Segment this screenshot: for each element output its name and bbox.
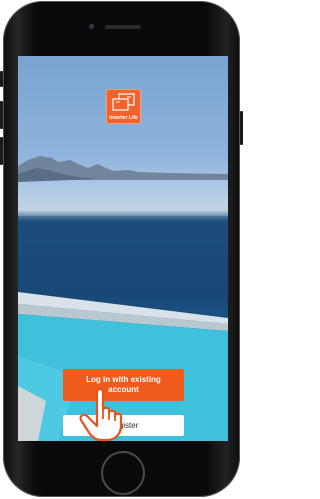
app-screen: Inverter Life Log in with existing accou… [18,56,228,441]
power-button [240,111,243,145]
volume-down-button [0,137,3,165]
front-camera [89,24,94,29]
app-name: Inverter Life [109,115,138,121]
earpiece-speaker [105,25,141,29]
phone-frame: Inverter Life Log in with existing accou… [0,1,243,497]
volume-up-button [0,101,3,129]
inverter-life-logo-icon [112,93,135,111]
home-button[interactable] [101,451,145,495]
pointing-hand-icon [79,387,123,442]
app-logo: Inverter Life [106,89,141,124]
mute-switch [0,71,3,87]
